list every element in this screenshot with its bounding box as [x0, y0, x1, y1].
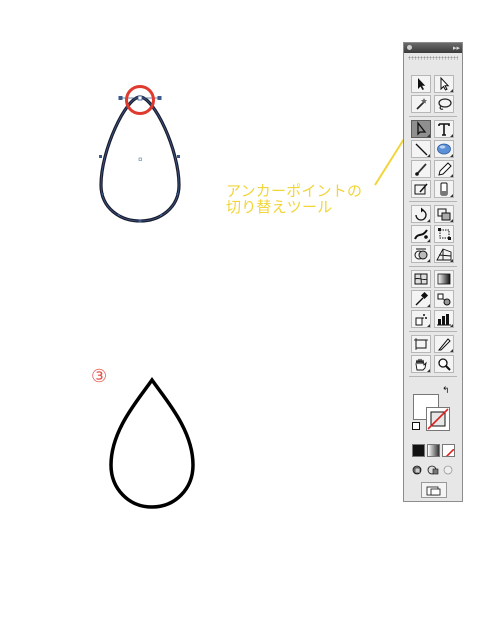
ellipse-tool[interactable] — [434, 140, 454, 158]
eyedropper-tool[interactable] — [411, 290, 431, 308]
selection-tool[interactable] — [411, 75, 431, 93]
default-fill-stroke-icon[interactable] — [412, 422, 420, 430]
gradient-button[interactable] — [427, 444, 440, 457]
draw-mode-icons — [412, 465, 453, 475]
line-segment-tool[interactable] — [411, 140, 431, 158]
convert-anchor-tool-callout: アンカーポイントの 切り替えツール — [226, 183, 426, 215]
close-panel-icon[interactable] — [407, 45, 412, 50]
column-graph-tool[interactable] — [434, 310, 454, 328]
scale-tool[interactable] — [434, 205, 454, 223]
none-color-icon — [445, 448, 454, 456]
magic-wand-tool[interactable] — [411, 95, 431, 113]
paintbrush-tool[interactable] — [411, 160, 431, 178]
tools-panel[interactable]: ▸▸ ↰ — [403, 42, 463, 502]
egg-path[interactable] — [99, 95, 181, 223]
blob-brush-icon — [414, 183, 428, 195]
callout-line-1: アンカーポイントの — [226, 182, 363, 200]
zoom-icon — [438, 358, 451, 371]
collapse-panel-icon[interactable]: ▸▸ — [453, 43, 460, 53]
mesh-icon — [414, 273, 428, 285]
stroke-none-icon — [427, 408, 449, 430]
pencil-tool[interactable] — [434, 160, 454, 178]
artboard-icon — [414, 338, 428, 350]
zoom-tool[interactable] — [434, 355, 454, 373]
teardrop-path[interactable] — [109, 376, 195, 509]
type-tool[interactable] — [434, 120, 454, 138]
gradient-icon — [437, 273, 451, 285]
swap-fill-stroke-icon[interactable]: ↰ — [442, 386, 450, 396]
center-point — [138, 157, 142, 161]
blob-brush-tool[interactable] — [411, 180, 431, 198]
stroke-swatch[interactable] — [426, 407, 450, 431]
artboard-tool[interactable] — [411, 335, 431, 353]
selection-arrow-icon — [418, 78, 426, 90]
shape-builder-tool[interactable] — [411, 245, 431, 263]
blend-tool[interactable] — [434, 290, 454, 308]
step-marker: ③ — [91, 366, 108, 387]
slice-tool[interactable] — [434, 335, 454, 353]
eraser-tool[interactable] — [434, 180, 454, 198]
color-mode-buttons[interactable] — [411, 443, 455, 457]
screen-mode-button[interactable] — [421, 482, 447, 498]
rotate-tool[interactable] — [411, 205, 431, 223]
paintbrush-icon — [415, 163, 427, 176]
direct-selection-tool[interactable] — [434, 75, 454, 93]
mesh-tool[interactable] — [411, 270, 431, 288]
direction-handle[interactable] — [118, 95, 162, 101]
free-transform-tool[interactable] — [434, 225, 454, 243]
lasso-icon — [438, 98, 452, 110]
hand-tool[interactable] — [411, 355, 431, 373]
panel-grip[interactable] — [408, 56, 458, 60]
free-transform-icon — [438, 228, 451, 240]
none-button[interactable] — [442, 444, 455, 457]
lasso-tool[interactable] — [434, 95, 454, 113]
drawing-mode-buttons[interactable] — [411, 462, 455, 476]
width-tool[interactable] — [411, 225, 431, 243]
gradient-tool[interactable] — [434, 270, 454, 288]
color-button[interactable] — [412, 444, 425, 457]
blend-icon — [437, 293, 451, 306]
convert-anchor-point-tool[interactable] — [411, 120, 431, 138]
symbol-sprayer-tool[interactable] — [411, 310, 431, 328]
screen-mode-icon — [426, 486, 441, 496]
fill-stroke-widget[interactable]: ↰ — [412, 386, 454, 431]
panel-titlebar[interactable]: ▸▸ — [404, 43, 462, 53]
perspective-grid-tool[interactable] — [434, 245, 454, 263]
callout-line-2: 切り替えツール — [226, 198, 333, 216]
magic-wand-icon — [416, 98, 427, 110]
